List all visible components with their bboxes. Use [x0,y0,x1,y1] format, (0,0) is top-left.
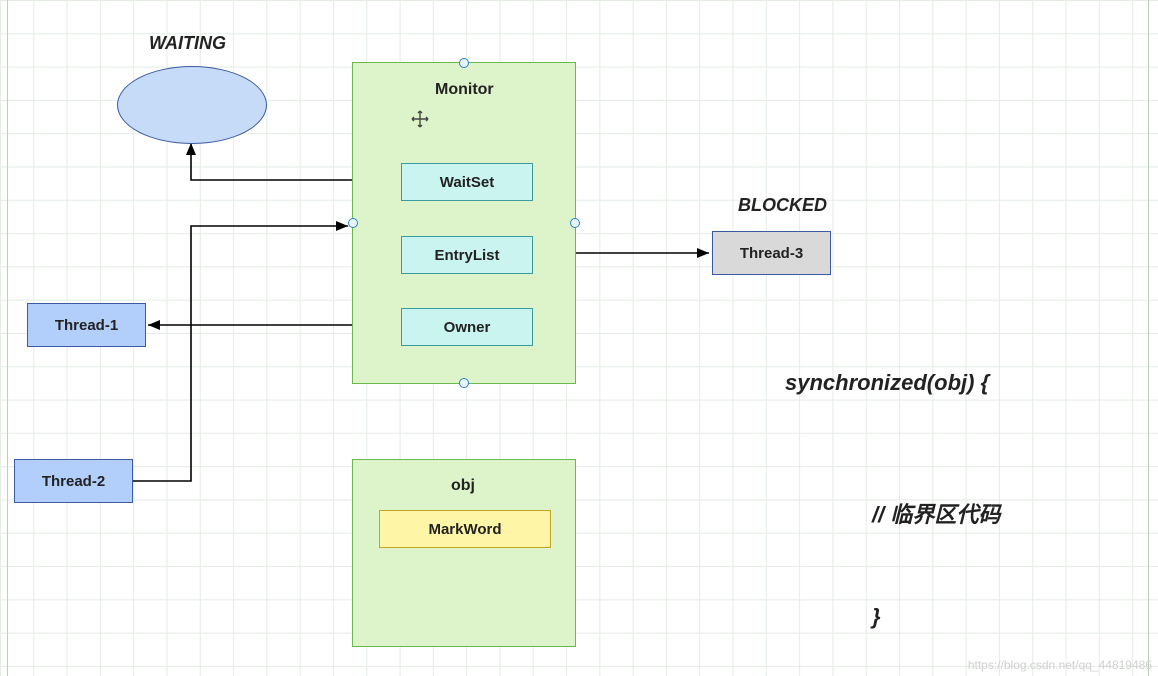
blocked-label: BLOCKED [738,195,827,216]
thread-3-label: Thread-3 [740,245,803,262]
code-line-3: } [872,604,881,630]
markword-box[interactable]: MarkWord [379,510,551,548]
obj-panel[interactable]: obj MarkWord [352,459,576,647]
code-line-1: synchronized(obj) { [785,370,989,396]
waiting-ellipse[interactable] [117,66,267,144]
markword-label: MarkWord [428,521,501,538]
thread-2-label: Thread-2 [42,473,105,490]
waitset-label: WaitSet [440,174,494,191]
owner-label: Owner [444,319,491,336]
monitor-title: Monitor [435,81,494,99]
waitset-box[interactable]: WaitSet [401,163,533,201]
selection-handle-s[interactable] [459,378,469,388]
selection-handle-n[interactable] [459,58,469,68]
monitor-panel[interactable]: Monitor WaitSet EntryList Owner [352,62,576,384]
obj-title: obj [451,477,475,495]
waiting-label: WAITING [149,33,226,54]
thread-1-box[interactable]: Thread-1 [27,303,146,347]
watermark-text: https://blog.csdn.net/qq_44819486 [968,658,1152,672]
move-cursor-icon [411,110,429,128]
diagram-canvas: WAITING Monitor WaitSet EntryList Owner … [0,0,1158,676]
owner-box[interactable]: Owner [401,308,533,346]
selection-handle-e[interactable] [570,218,580,228]
thread-2-box[interactable]: Thread-2 [14,459,133,503]
code-line-2: // 临界区代码 [872,497,1000,529]
entrylist-box[interactable]: EntryList [401,236,533,274]
entrylist-label: EntryList [434,247,499,264]
selection-handle-w[interactable] [348,218,358,228]
thread-1-label: Thread-1 [55,317,118,334]
thread-3-box[interactable]: Thread-3 [712,231,831,275]
